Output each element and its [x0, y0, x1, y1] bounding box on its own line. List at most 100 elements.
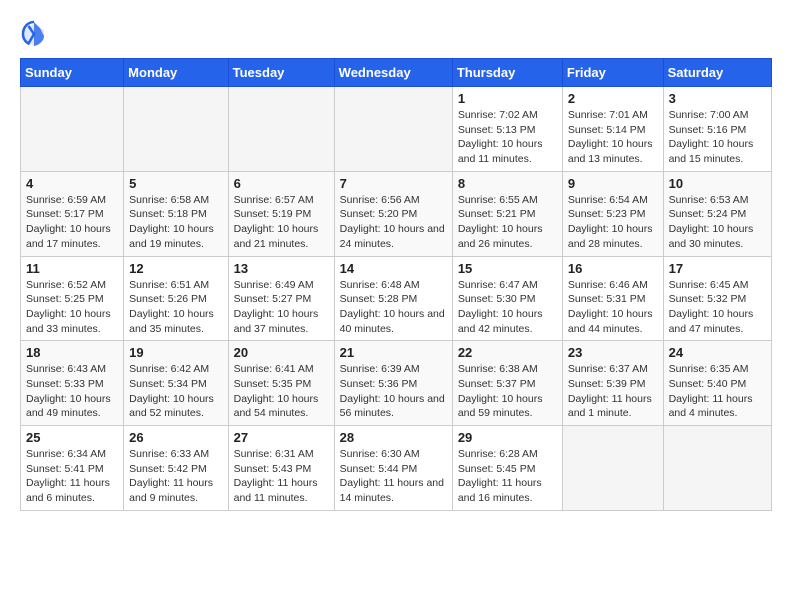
- day-number: 23: [568, 345, 658, 360]
- day-number: 2: [568, 91, 658, 106]
- day-info: Sunrise: 6:46 AM Sunset: 5:31 PM Dayligh…: [568, 278, 658, 337]
- header-sunday: Sunday: [21, 59, 124, 87]
- day-info: Sunrise: 7:02 AM Sunset: 5:13 PM Dayligh…: [458, 108, 557, 167]
- day-number: 5: [129, 176, 222, 191]
- day-number: 7: [340, 176, 447, 191]
- day-info: Sunrise: 6:47 AM Sunset: 5:30 PM Dayligh…: [458, 278, 557, 337]
- calendar-cell: [562, 426, 663, 511]
- calendar-cell: 29Sunrise: 6:28 AM Sunset: 5:45 PM Dayli…: [452, 426, 562, 511]
- day-number: 14: [340, 261, 447, 276]
- calendar-cell: 15 Sunrise: 6:47 AM Sunset: 5:30 PM Dayli…: [452, 256, 562, 341]
- day-info: Sunrise: 6:45 AM Sunset: 5:32 PM Dayligh…: [669, 278, 766, 337]
- calendar-header-row: SundayMondayTuesdayWednesdayThursdayFrid…: [21, 59, 772, 87]
- day-info: Sunrise: 6:31 AM Sunset: 5:43 PM Dayligh…: [234, 447, 329, 506]
- day-info: Sunrise: 6:35 AM Sunset: 5:40 PM Dayligh…: [669, 362, 766, 421]
- day-number: 18: [26, 345, 118, 360]
- day-info: Sunrise: 6:56 AM Sunset: 5:20 PM Dayligh…: [340, 193, 447, 252]
- day-number: 28: [340, 430, 447, 445]
- day-number: 16: [568, 261, 658, 276]
- day-info: Sunrise: 6:52 AM Sunset: 5:25 PM Dayligh…: [26, 278, 118, 337]
- calendar-cell: 1 Sunrise: 7:02 AM Sunset: 5:13 PM Daylig…: [452, 87, 562, 172]
- day-info: Sunrise: 6:42 AM Sunset: 5:34 PM Dayligh…: [129, 362, 222, 421]
- day-number: 15: [458, 261, 557, 276]
- calendar-cell: 26 Sunrise: 6:33 AM Sunset: 5:42 PM Dayli…: [124, 426, 228, 511]
- day-info: Sunrise: 6:59 AM Sunset: 5:17 PM Dayligh…: [26, 193, 118, 252]
- logo-icon: [20, 20, 48, 48]
- calendar-cell: 25 Sunrise: 6:34 AM Sunset: 5:41 PM Dayli…: [21, 426, 124, 511]
- day-info: Sunrise: 6:37 AM Sunset: 5:39 PM Dayligh…: [568, 362, 658, 421]
- calendar-cell: [663, 426, 771, 511]
- calendar-cell: 7 Sunrise: 6:56 AM Sunset: 5:20 PM Daylig…: [334, 171, 452, 256]
- header-saturday: Saturday: [663, 59, 771, 87]
- day-info: Sunrise: 6:43 AM Sunset: 5:33 PM Dayligh…: [26, 362, 118, 421]
- day-number: 12: [129, 261, 222, 276]
- day-number: 10: [669, 176, 766, 191]
- day-number: 13: [234, 261, 329, 276]
- day-number: 1: [458, 91, 557, 106]
- calendar-cell: 5 Sunrise: 6:58 AM Sunset: 5:18 PM Daylig…: [124, 171, 228, 256]
- day-info: Sunrise: 7:01 AM Sunset: 5:14 PM Dayligh…: [568, 108, 658, 167]
- calendar-cell: 27 Sunrise: 6:31 AM Sunset: 5:43 PM Dayli…: [228, 426, 334, 511]
- day-number: 9: [568, 176, 658, 191]
- calendar-week-row: 11 Sunrise: 6:52 AM Sunset: 5:25 PM Dayli…: [21, 256, 772, 341]
- calendar-cell: 18 Sunrise: 6:43 AM Sunset: 5:33 PM Dayli…: [21, 341, 124, 426]
- day-info: Sunrise: 6:38 AM Sunset: 5:37 PM Dayligh…: [458, 362, 557, 421]
- day-number: 8: [458, 176, 557, 191]
- day-number: 19: [129, 345, 222, 360]
- day-info: Sunrise: 6:39 AM Sunset: 5:36 PM Dayligh…: [340, 362, 447, 421]
- calendar-cell: 12Sunrise: 6:51 AM Sunset: 5:26 PM Dayli…: [124, 256, 228, 341]
- day-info: Sunrise: 6:49 AM Sunset: 5:27 PM Dayligh…: [234, 278, 329, 337]
- calendar-cell: 10 Sunrise: 6:53 AM Sunset: 5:24 PM Dayli…: [663, 171, 771, 256]
- day-info: Sunrise: 6:48 AM Sunset: 5:28 PM Dayligh…: [340, 278, 447, 337]
- day-number: 22: [458, 345, 557, 360]
- day-info: Sunrise: 6:55 AM Sunset: 5:21 PM Dayligh…: [458, 193, 557, 252]
- day-number: 27: [234, 430, 329, 445]
- day-info: Sunrise: 6:53 AM Sunset: 5:24 PM Dayligh…: [669, 193, 766, 252]
- calendar-week-row: 1 Sunrise: 7:02 AM Sunset: 5:13 PM Daylig…: [21, 87, 772, 172]
- header-friday: Friday: [562, 59, 663, 87]
- day-info: Sunrise: 6:30 AM Sunset: 5:44 PM Dayligh…: [340, 447, 447, 506]
- day-number: 3: [669, 91, 766, 106]
- calendar-cell: 22 Sunrise: 6:38 AM Sunset: 5:37 PM Dayli…: [452, 341, 562, 426]
- calendar-cell: 4 Sunrise: 6:59 AM Sunset: 5:17 PM Daylig…: [21, 171, 124, 256]
- calendar-cell: [228, 87, 334, 172]
- calendar-cell: [124, 87, 228, 172]
- day-info: Sunrise: 7:00 AM Sunset: 5:16 PM Dayligh…: [669, 108, 766, 167]
- calendar-cell: 11 Sunrise: 6:52 AM Sunset: 5:25 PM Dayli…: [21, 256, 124, 341]
- day-number: 6: [234, 176, 329, 191]
- calendar-cell: 3 Sunrise: 7:00 AM Sunset: 5:16 PM Daylig…: [663, 87, 771, 172]
- calendar-cell: 28 Sunrise: 6:30 AM Sunset: 5:44 PM Dayli…: [334, 426, 452, 511]
- logo: [20, 20, 52, 48]
- day-info: Sunrise: 6:33 AM Sunset: 5:42 PM Dayligh…: [129, 447, 222, 506]
- day-number: 11: [26, 261, 118, 276]
- calendar-cell: [21, 87, 124, 172]
- calendar-cell: [334, 87, 452, 172]
- day-number: 20: [234, 345, 329, 360]
- calendar-week-row: 18 Sunrise: 6:43 AM Sunset: 5:33 PM Dayli…: [21, 341, 772, 426]
- day-number: 26: [129, 430, 222, 445]
- day-info: Sunrise: 6:34 AM Sunset: 5:41 PM Dayligh…: [26, 447, 118, 506]
- day-number: 4: [26, 176, 118, 191]
- day-info: Sunrise: 6:58 AM Sunset: 5:18 PM Dayligh…: [129, 193, 222, 252]
- calendar-cell: 9Sunrise: 6:54 AM Sunset: 5:23 PM Daylig…: [562, 171, 663, 256]
- calendar-cell: 21Sunrise: 6:39 AM Sunset: 5:36 PM Dayli…: [334, 341, 452, 426]
- calendar-cell: 16 Sunrise: 6:46 AM Sunset: 5:31 PM Dayli…: [562, 256, 663, 341]
- calendar-cell: 20 Sunrise: 6:41 AM Sunset: 5:35 PM Dayli…: [228, 341, 334, 426]
- header-wednesday: Wednesday: [334, 59, 452, 87]
- day-info: Sunrise: 6:41 AM Sunset: 5:35 PM Dayligh…: [234, 362, 329, 421]
- day-number: 29: [458, 430, 557, 445]
- calendar-cell: 24 Sunrise: 6:35 AM Sunset: 5:40 PM Dayli…: [663, 341, 771, 426]
- day-number: 25: [26, 430, 118, 445]
- calendar-cell: 6Sunrise: 6:57 AM Sunset: 5:19 PM Daylig…: [228, 171, 334, 256]
- page-header: [20, 20, 772, 48]
- calendar-cell: 19 Sunrise: 6:42 AM Sunset: 5:34 PM Dayli…: [124, 341, 228, 426]
- header-monday: Monday: [124, 59, 228, 87]
- calendar-cell: 13 Sunrise: 6:49 AM Sunset: 5:27 PM Dayli…: [228, 256, 334, 341]
- day-number: 24: [669, 345, 766, 360]
- calendar-cell: 14 Sunrise: 6:48 AM Sunset: 5:28 PM Dayli…: [334, 256, 452, 341]
- calendar-table: SundayMondayTuesdayWednesdayThursdayFrid…: [20, 58, 772, 511]
- calendar-week-row: 25 Sunrise: 6:34 AM Sunset: 5:41 PM Dayli…: [21, 426, 772, 511]
- header-tuesday: Tuesday: [228, 59, 334, 87]
- calendar-cell: 17Sunrise: 6:45 AM Sunset: 5:32 PM Dayli…: [663, 256, 771, 341]
- calendar-cell: 23 Sunrise: 6:37 AM Sunset: 5:39 PM Dayli…: [562, 341, 663, 426]
